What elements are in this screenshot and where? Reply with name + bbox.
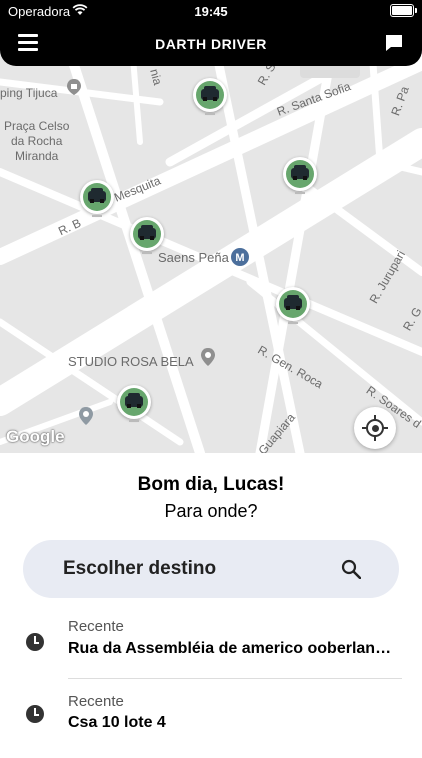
recent-destination-item[interactable]: Recente Rua da Assembléia de americo oob…	[0, 612, 422, 682]
clock-time: 19:45	[194, 4, 228, 19]
chat-bubble-icon[interactable]	[384, 33, 404, 53]
destination-search-button[interactable]: Escolher destino	[23, 540, 399, 598]
car-pin-icon[interactable]	[80, 180, 114, 217]
metro-icon: M	[231, 248, 249, 266]
recent-tag: Recente	[68, 618, 124, 635]
svg-text:M: M	[235, 252, 244, 264]
car-pin-icon[interactable]	[117, 385, 151, 422]
car-pin-icon[interactable]	[130, 217, 164, 254]
place-pin-icon	[201, 348, 215, 366]
greeting-question: Para onde?	[164, 501, 258, 521]
battery-icon	[390, 4, 417, 17]
car-pin-icon[interactable]	[283, 157, 317, 194]
search-icon	[341, 559, 361, 579]
clock-icon	[26, 633, 44, 651]
status-bar: Operadora 19:45	[0, 0, 422, 22]
google-logo: Google	[6, 427, 65, 446]
place-pin-icon	[79, 407, 93, 425]
map-label-tijuca: ping Tijuca	[0, 86, 58, 100]
map-label-studio: STUDIO ROSA BELA	[68, 354, 194, 369]
car-pin-icon[interactable]	[276, 287, 310, 324]
greeting-title: Bom dia, Lucas!	[137, 474, 285, 495]
recent-destination-item[interactable]: Recente Csa 10 lote 4	[0, 688, 422, 758]
car-pin-icon[interactable]	[193, 78, 227, 115]
clock-icon	[26, 705, 44, 723]
recent-address: Csa 10 lote 4	[68, 714, 166, 731]
divider	[68, 678, 402, 679]
recent-address: Rua da Assembléia de americo ooberlan…	[68, 640, 392, 657]
destination-search-label: Escolher destino	[63, 558, 217, 579]
map-label-saens-pena: Saens Peña	[158, 250, 229, 265]
recent-tag: Recente	[68, 693, 124, 710]
map-view[interactable]: ping Tijuca Praça Celso da Rocha Miranda…	[0, 22, 422, 453]
my-location-button[interactable]	[354, 407, 396, 449]
map-label-praca: Praça Celso da Rocha Miranda	[4, 119, 70, 163]
top-nav-bar: DARTH DRIVER	[0, 22, 422, 66]
shopping-icon	[67, 79, 81, 95]
app-title: DARTH DRIVER	[155, 36, 267, 52]
